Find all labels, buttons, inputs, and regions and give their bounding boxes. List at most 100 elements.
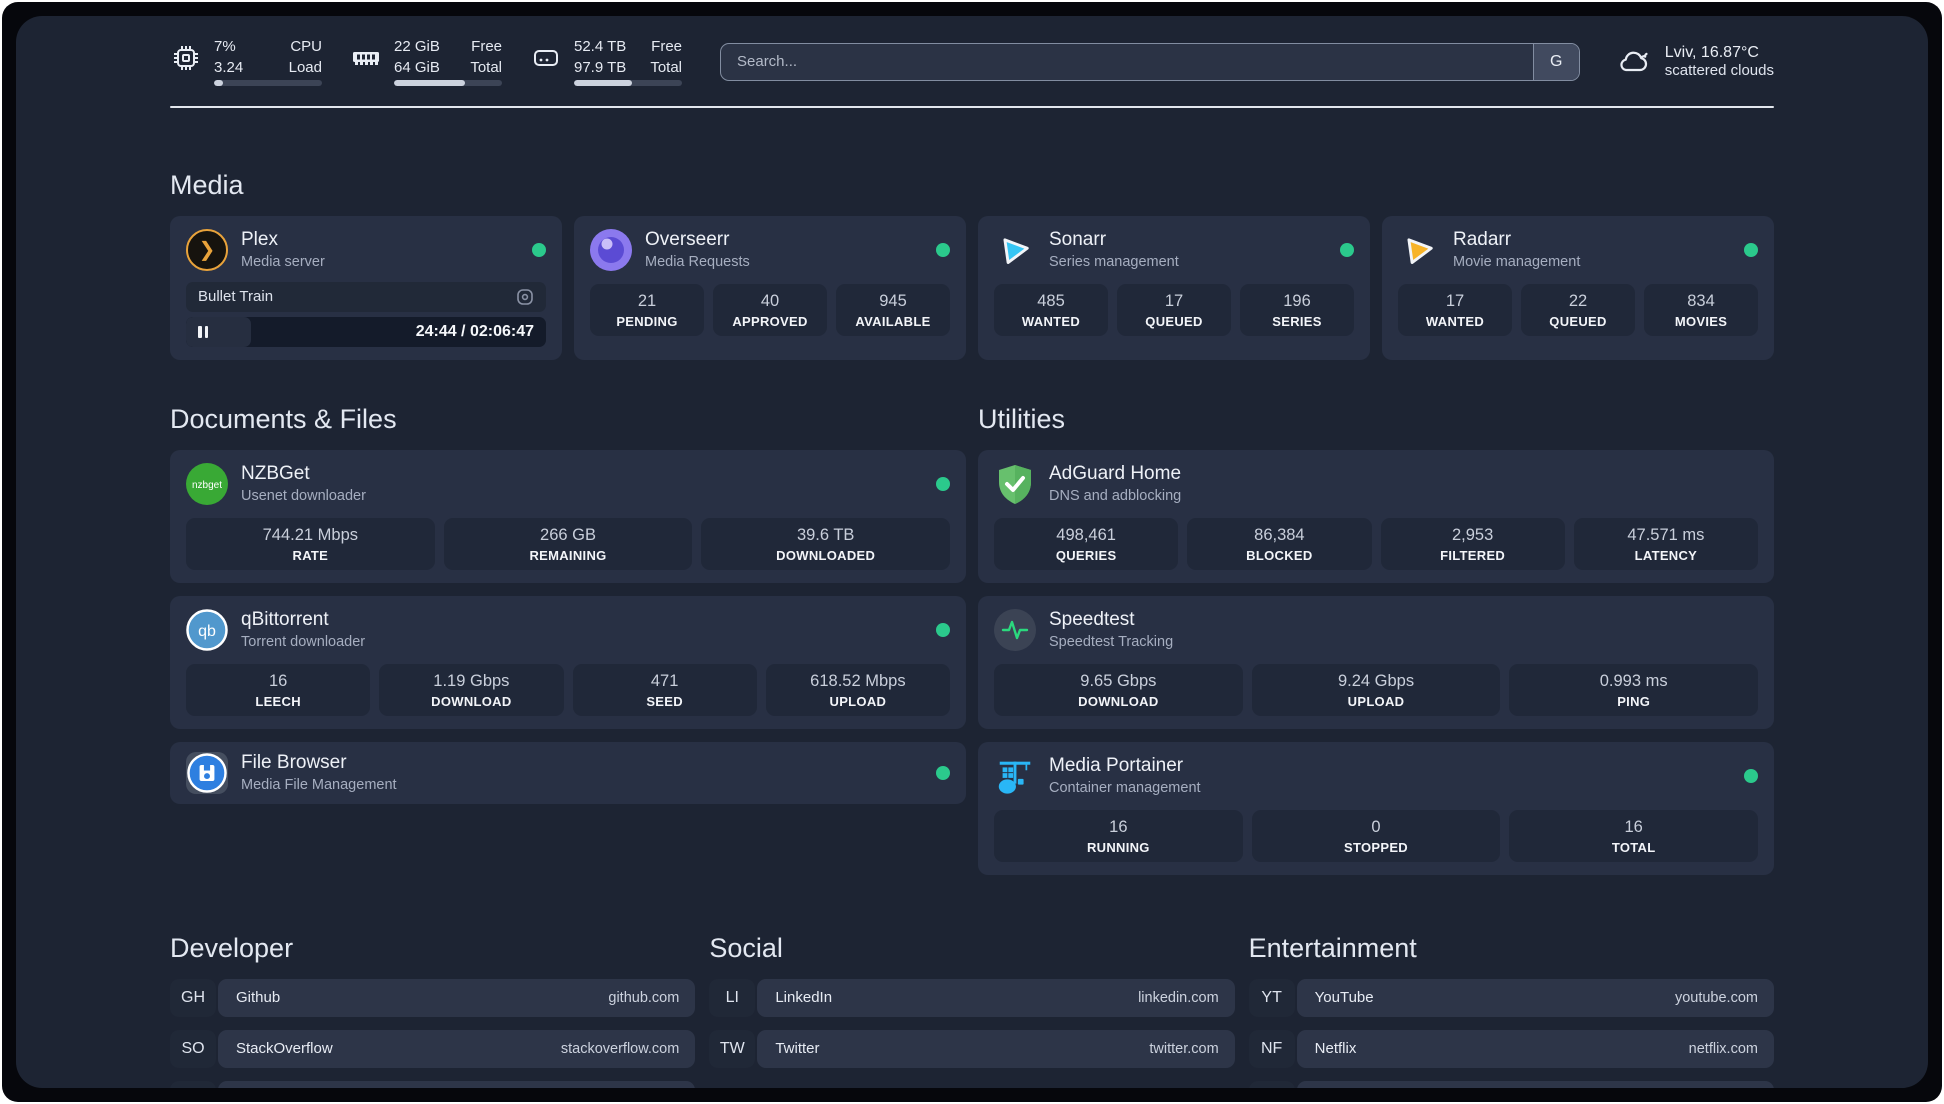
service-card-speedtest[interactable]: Speedtest Speedtest Tracking 9.65 Gbps DO… [978,595,1774,729]
bookmark-name: YouTube [1314,989,1374,1006]
status-dot [1340,242,1354,257]
bookmark-stackoverflow[interactable]: SO StackOverflow stackoverflow.com [170,1029,696,1068]
ram-icon [350,42,382,74]
stat-movies: 834 MOVIES [1644,283,1758,336]
stat-series: 196 SERIES [1240,283,1354,336]
service-card-sonarr[interactable]: Sonarr Series management 485 WANTED 17 QUE… [978,215,1370,360]
bookmark-reddit[interactable]: RE Reddit reddit.com [1248,1080,1774,1088]
cpu-label-2: Load [288,58,322,76]
cpu-monitor: 7% 3.24 CPU Load [170,38,322,86]
service-card-qbittorrent[interactable]: qb qBittorrent Torrent downloader 16 LEEC… [170,595,966,729]
stat-approved: 40 APPROVED [713,283,827,336]
disk-free: 52.4 TB [574,38,627,55]
service-subtitle: Series management [1049,254,1179,270]
service-title: AdGuard Home [1049,463,1182,484]
bookmark-url: twitter.com [1149,1040,1219,1057]
section-title-media: Media [170,169,244,200]
ram-monitor: 22 GiB 64 GiB Free Total [350,38,502,86]
bookmark-github[interactable]: GH Github github.com [170,978,696,1017]
stat-ping: 0.993 ms PING [1509,663,1759,716]
service-card-portainer[interactable]: Media Portainer Container management 16 R… [978,741,1774,875]
disk-total: 97.9 TB [574,58,627,76]
bookmark-name: Github [236,989,281,1006]
stat-seed: 471 SEED [572,663,757,716]
service-subtitle: Media server [241,254,325,270]
bookmark-youtube[interactable]: YT YouTube youtube.com [1248,978,1774,1017]
bookmark-abbr: SO [170,1029,216,1068]
service-subtitle: Media File Management [241,777,397,793]
bookmark-url: github.com [608,989,680,1006]
bookmark-linkedin[interactable]: LI LinkedIn linkedin.com [709,978,1235,1017]
service-card-filebrowser[interactable]: File Browser Media File Management [170,741,966,804]
service-title: Plex [241,229,278,250]
now-playing-title: Bullet Train [198,288,274,305]
bookmark-twitter[interactable]: TW Twitter twitter.com [709,1029,1235,1068]
bookmark-name: Twitter [775,1040,820,1057]
bookmark-abbr: DT [170,1080,216,1088]
bookmark-name: Netflix [1314,1040,1357,1057]
stat-upload: 9.24 Gbps UPLOAD [1251,663,1501,716]
search-input[interactable] [721,43,1533,80]
status-dot [936,765,950,780]
stat-blocked: 86,384 BLOCKED [1187,517,1372,570]
bookmark-url: stackoverflow.com [560,1040,680,1057]
status-dot [1744,768,1758,783]
cpu-label-1: CPU [290,38,322,55]
status-dot [936,622,950,637]
section-title-entertainment: Entertainment [1248,932,1417,963]
disk-progress-bar [574,79,682,86]
stat-queued: 22 QUEUED [1521,283,1635,336]
sonarr-icon [994,229,1036,271]
bookmark-abbr: GH [170,978,216,1017]
svg-text:nzbget: nzbget [192,480,222,491]
bookmark-group-entertainment: Entertainment YT YouTube youtube.com NF … [1248,932,1774,1088]
weather-condition: scattered clouds [1664,62,1774,80]
stat-total: 16 TOTAL [1509,809,1759,862]
cpu-usage: 7% [214,38,236,55]
search-engine-button[interactable]: G [1532,43,1579,80]
speedtest-icon [994,608,1036,651]
service-subtitle: Usenet downloader [241,488,366,504]
service-subtitle: Movie management [1453,254,1581,270]
bookmark-abbr: YT [1248,978,1295,1017]
status-dot [936,242,950,257]
bookmark-abbr: NF [1248,1029,1295,1068]
cpu-chip-icon [170,42,202,74]
bookmark-dev[interactable]: DT DEV dev.to [170,1080,696,1088]
plex-now-playing: Bullet Train 24:44 / 02:06:47 [186,281,546,347]
utilities-column: Utilities AdGuard Home DNS and adblockin… [978,404,1774,875]
ram-free: 22 GiB [394,38,440,55]
pause-button[interactable] [198,325,208,338]
service-card-radarr[interactable]: Radarr Movie management 17 WANTED 22 QUEUE… [1382,215,1774,360]
service-title: File Browser [241,752,347,773]
stat-stopped: 0 STOPPED [1251,809,1501,862]
ram-progress-bar [394,79,502,86]
bookmark-name: LinkedIn [775,989,833,1006]
ram-label-2: Total [470,58,502,76]
service-subtitle: DNS and adblocking [1049,488,1182,504]
stat-downloaded: 39.6 TB DOWNLOADED [701,517,951,570]
service-card-overseerr[interactable]: Overseerr Media Requests 21 PENDING 40 APP… [574,215,966,360]
stat-upload: 618.52 Mbps UPLOAD [765,663,950,716]
system-monitors: 7% 3.24 CPU Load 22 GiB 64 GiB Free Tota… [170,38,682,86]
section-title-documents: Documents & Files [170,403,397,434]
search-bar: G [720,42,1580,81]
cloud-icon [1616,44,1652,80]
stat-filtered: 2,953 FILTERED [1380,517,1565,570]
service-card-plex[interactable]: ❯ Plex Media server Bullet Train 24:44 /… [170,215,562,360]
qbittorrent-icon: qb [186,608,228,651]
bookmark-netflix[interactable]: NF Netflix netflix.com [1248,1029,1774,1068]
service-card-adguard[interactable]: AdGuard Home DNS and adblocking 498,461 Q… [978,449,1774,583]
stat-download: 1.19 Gbps DOWNLOAD [379,663,564,716]
bookmark-url: linkedin.com [1138,989,1219,1006]
service-card-nzbget[interactable]: nzbget NZBGet Usenet downloader 744.21 M… [170,449,966,583]
disk-label-2: Total [650,58,682,76]
filebrowser-icon [186,751,228,794]
stat-pending: 21 PENDING [590,283,704,336]
plex-icon: ❯ [186,228,228,271]
bookmark-abbr: RE [1248,1080,1295,1088]
adguard-icon [994,463,1036,505]
section-title-social: Social [709,932,783,963]
stat-leech: 16 LEECH [186,663,371,716]
service-subtitle: Media Requests [645,254,750,270]
